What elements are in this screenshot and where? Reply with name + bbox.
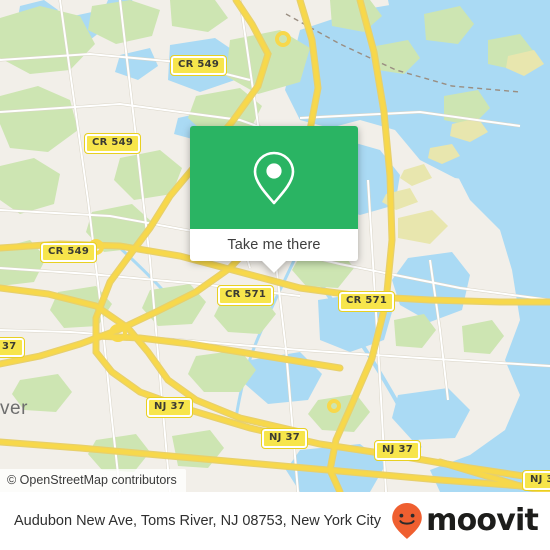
road-shield-cr571-west[interactable]: CR 571 bbox=[216, 285, 275, 306]
footer-bar: Audubon New Ave, Toms River, NJ 08753, N… bbox=[0, 492, 550, 550]
road-shield-nj37-east[interactable]: NJ 37 bbox=[374, 440, 421, 461]
road-shield-nj37-west[interactable]: NJ 37 bbox=[146, 397, 193, 418]
map-canvas[interactable]: CR 549 CR 549 CR 549 CR 571 CR 571 37 NJ… bbox=[0, 0, 550, 492]
moovit-pin-icon bbox=[392, 503, 422, 539]
road-shield-nj37-central[interactable]: NJ 37 bbox=[261, 428, 308, 449]
popup-action-label: Take me there bbox=[227, 237, 321, 253]
map-screen: CR 549 CR 549 CR 549 CR 571 CR 571 37 NJ… bbox=[0, 0, 550, 550]
road-shield-cr549-south[interactable]: CR 549 bbox=[39, 242, 98, 263]
road-shield-cr571-east[interactable]: CR 571 bbox=[337, 291, 396, 312]
map-attribution[interactable]: © OpenStreetMap contributors bbox=[0, 469, 186, 492]
place-label-toms-river: ver bbox=[0, 398, 28, 419]
road-shield-37-west[interactable]: 37 bbox=[0, 337, 25, 358]
popup-action-button[interactable]: Take me there bbox=[190, 229, 358, 261]
road-shield-cr549-north[interactable]: CR 549 bbox=[169, 55, 228, 76]
road-shield-cr549-mid[interactable]: CR 549 bbox=[83, 133, 142, 154]
moovit-logo[interactable]: moovit bbox=[391, 502, 539, 540]
address-text: Audubon New Ave, Toms River, NJ 08753, N… bbox=[14, 512, 381, 529]
moovit-wordmark: moovit bbox=[426, 503, 539, 538]
popup-pointer-tail bbox=[262, 261, 286, 273]
road-shield-nj37-far-east[interactable]: NJ 37 bbox=[522, 470, 550, 491]
popup-header bbox=[190, 126, 358, 229]
location-popup-card[interactable]: Take me there bbox=[190, 126, 358, 273]
map-pin-icon bbox=[253, 151, 295, 204]
